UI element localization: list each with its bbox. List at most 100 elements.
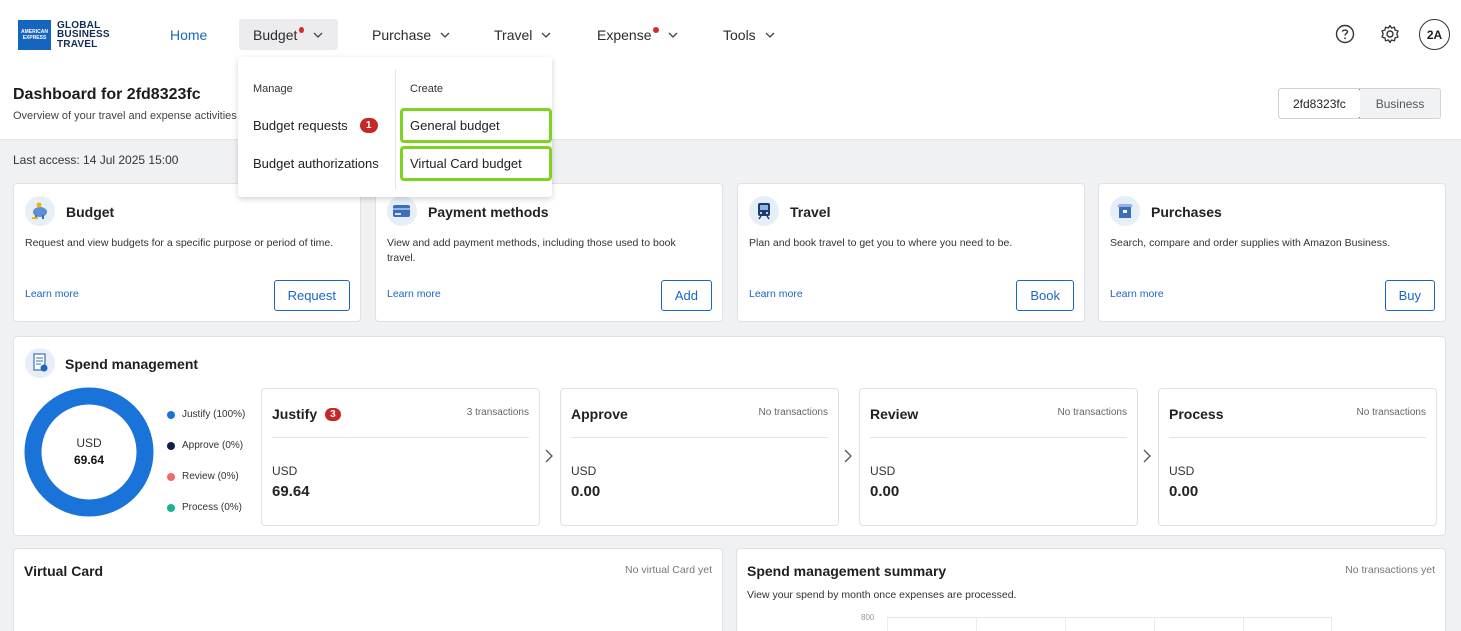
menu-item-label: Virtual Card budget <box>410 156 522 171</box>
nav-home[interactable]: Home <box>156 19 221 50</box>
add-button[interactable]: Add <box>660 280 712 311</box>
legend-label: Approve (0%) <box>182 440 244 451</box>
learn-more-link[interactable]: Learn more <box>1110 288 1164 300</box>
nav-purchase-label: Purchase <box>372 26 432 43</box>
notification-dot <box>299 26 304 33</box>
stage-title: Process <box>1169 406 1223 422</box>
donut-label: USD 69.64 <box>24 435 154 469</box>
amex-logo-icon: AMERICAN EXPRESS <box>18 20 51 50</box>
stage-count: No transactions <box>1356 407 1426 418</box>
notification-dot <box>653 26 660 33</box>
chevron-right-icon <box>1143 449 1151 463</box>
card-title: Purchases <box>1151 204 1222 220</box>
divider <box>1169 437 1426 438</box>
stage-amount: 0.00 <box>870 483 900 500</box>
card-title: Budget <box>66 204 115 220</box>
stage-title: Approve <box>571 406 628 422</box>
stage-justify[interactable]: Justify 3 3 transactions USD 69.64 <box>261 388 540 526</box>
virtual-card-panel: Virtual Card No virtual Card yet <box>13 548 723 631</box>
panel-title: Virtual Card <box>24 563 104 579</box>
learn-more-link[interactable]: Learn more <box>25 288 79 300</box>
count-badge: 3 <box>325 407 341 421</box>
learn-more-link[interactable]: Learn more <box>749 288 803 300</box>
card-description: Search, compare and order supplies with … <box>1110 237 1391 249</box>
legend-swatch <box>167 441 175 450</box>
stage-count: No transactions <box>758 407 828 418</box>
request-button[interactable]: Request <box>273 280 350 311</box>
stage-title-text: Review <box>870 406 919 422</box>
card-description: View and add payment methods, including … <box>387 237 676 264</box>
chevron-down-icon <box>764 29 776 41</box>
book-button[interactable]: Book <box>1016 280 1074 311</box>
budget-card: Budget Request and view budgets for a sp… <box>13 183 361 322</box>
segment-account[interactable]: 2fd8323fc <box>1279 89 1361 118</box>
buy-button[interactable]: Buy <box>1384 280 1435 311</box>
learn-more-link[interactable]: Learn more <box>387 288 441 300</box>
nav-tools-label: Tools <box>723 26 756 43</box>
purchases-card: Purchases Search, compare and order supp… <box>1098 183 1446 322</box>
legend-item: Review (0%) <box>167 461 245 492</box>
account-switcher: 2fd8323fc Business <box>1278 88 1442 119</box>
logo-line-3: TRAVEL <box>57 38 98 50</box>
panel-note: No transactions yet <box>1345 564 1435 576</box>
stage-currency: USD <box>571 464 597 478</box>
legend-label: Process (0%) <box>182 502 243 513</box>
stage-title-text: Approve <box>571 406 628 422</box>
card-title: Travel <box>790 204 831 220</box>
piggy-bank-icon <box>25 196 55 226</box>
menu-item-budget-requests[interactable]: Budget requests 1 <box>253 118 378 133</box>
nav-budget[interactable]: Budget <box>239 19 338 50</box>
legend-label: Review (0%) <box>182 471 239 482</box>
receipt-icon <box>25 348 55 378</box>
legend-item: Approve (0%) <box>167 430 245 461</box>
chevron-down-icon <box>540 29 552 41</box>
legend-item: Process (0%) <box>167 492 245 523</box>
card-title: Payment methods <box>428 204 549 220</box>
chevron-down-icon <box>439 29 451 41</box>
nav-expense-label: Expense <box>597 26 652 43</box>
panel-title: Spend management summary <box>747 563 947 579</box>
top-navigation: AMERICAN EXPRESS GLOBAL BUSINESS TRAVEL … <box>0 0 1461 68</box>
chevron-down-icon <box>667 29 679 41</box>
payment-methods-card: Payment methods View and add payment met… <box>375 183 723 322</box>
stage-title-text: Process <box>1169 406 1224 422</box>
gear-icon[interactable] <box>1378 22 1402 46</box>
spend-summary-panel: Spend management summary No transactions… <box>736 548 1446 631</box>
menu-item-general-budget[interactable]: General budget <box>400 108 552 143</box>
divider <box>272 437 529 438</box>
stage-count: 3 transactions <box>466 407 529 418</box>
menu-item-label: Budget requests <box>253 118 348 133</box>
count-badge: 1 <box>359 118 378 133</box>
menu-item-budget-authorizations[interactable]: Budget authorizations <box>253 156 379 171</box>
menu-section-manage: Manage <box>253 83 293 95</box>
nav-expense[interactable]: Expense <box>583 19 693 50</box>
logo-text: GLOBAL BUSINESS TRAVEL <box>57 21 110 50</box>
divider <box>870 437 1127 438</box>
spend-legend: Justify (100%) Approve (0%) Review (0%) … <box>167 399 245 523</box>
nav-travel[interactable]: Travel <box>480 19 566 50</box>
logo[interactable]: AMERICAN EXPRESS GLOBAL BUSINESS TRAVEL <box>18 20 110 50</box>
stage-amount: 69.64 <box>272 483 310 500</box>
package-icon <box>1110 196 1140 226</box>
donut-currency: USD <box>76 436 102 450</box>
spend-management-card: Spend management USD 69.64 Justify (100%… <box>13 336 1446 536</box>
avatar[interactable]: 2A <box>1419 19 1450 50</box>
nav-tools[interactable]: Tools <box>709 19 790 50</box>
menu-item-virtual-card-budget[interactable]: Virtual Card budget <box>400 146 552 181</box>
help-icon[interactable] <box>1333 22 1357 46</box>
menu-item-label: General budget <box>410 118 500 133</box>
stage-review[interactable]: Review No transactions USD 0.00 <box>859 388 1138 526</box>
segment-business[interactable]: Business <box>1359 89 1441 118</box>
stage-approve[interactable]: Approve No transactions USD 0.00 <box>560 388 839 526</box>
stage-currency: USD <box>1169 464 1195 478</box>
stage-process[interactable]: Process No transactions USD 0.00 <box>1158 388 1437 526</box>
menu-section-create: Create <box>410 83 444 95</box>
legend-swatch <box>167 503 175 512</box>
legend-label: Justify (100%) <box>182 409 246 420</box>
chevron-down-icon <box>312 29 324 41</box>
chevron-right-icon <box>844 449 852 463</box>
nav-purchase[interactable]: Purchase <box>358 19 465 50</box>
chevron-right-icon <box>545 449 553 463</box>
menu-item-label: Budget authorizations <box>253 156 379 171</box>
divider <box>395 69 396 189</box>
